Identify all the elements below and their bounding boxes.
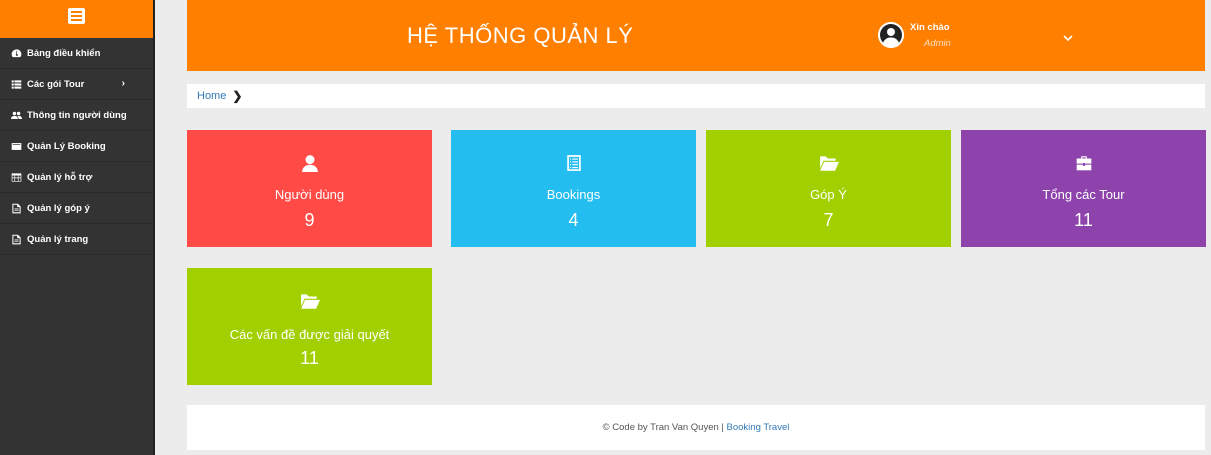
chevron-right-icon: › <box>121 78 125 89</box>
card-value: 11 <box>1074 210 1093 230</box>
chevron-right-icon: ❯ <box>232 89 243 103</box>
sidebar-item-label: Quản lý góp ý <box>27 202 90 214</box>
sidebar-item-label: Bảng điều khiển <box>27 47 101 59</box>
sidebar-item-label: Các gói Tour <box>27 78 85 90</box>
dashboard-icon <box>11 48 22 59</box>
card-label: Góp Ý <box>810 187 847 202</box>
footer-link[interactable]: Booking Travel <box>727 422 790 433</box>
list-alt-icon <box>451 154 696 172</box>
list-icon <box>11 79 22 90</box>
top-header: HỆ THỐNG QUẢN LÝ Xin chào Admin <box>187 0 1205 71</box>
sidebar-item-support[interactable]: Quản lý hỗ trợ <box>0 162 153 193</box>
card-label: Người dùng <box>274 187 345 202</box>
card-label: Tổng các Tour <box>1042 187 1125 202</box>
card-users[interactable]: Người dùng 9 <box>187 130 432 247</box>
breadcrumb-home-link[interactable]: Home <box>197 90 226 102</box>
sidebar-item-label: Quản lý hỗ trợ <box>27 171 93 183</box>
card-resolved-issues[interactable]: Các vấn đề được giải quyết 11 <box>187 268 432 385</box>
card-value: 9 <box>304 210 315 230</box>
footer-text: © Code by Tran Van Quyen | <box>602 422 724 433</box>
users-icon <box>11 110 22 121</box>
file-icon <box>11 203 22 214</box>
sidebar-item-label: Quản lý trang <box>27 233 89 245</box>
sidebar-item-feedback[interactable]: Quản lý góp ý <box>0 193 153 224</box>
sidebar-nav: Bảng điều khiển Các gói Tour › Thông tin… <box>0 38 153 255</box>
sidebar-item-label: Thông tin người dùng <box>27 109 127 121</box>
card-label: Bookings <box>546 187 601 202</box>
sidebar-item-tour-packages[interactable]: Các gói Tour › <box>0 69 153 100</box>
greeting-text: Xin chào <box>910 22 950 33</box>
card-total-tours[interactable]: Tổng các Tour 11 <box>961 130 1206 247</box>
table-icon <box>11 172 22 183</box>
sidebar-item-label: Quản Lý Booking <box>27 140 106 152</box>
card-label: Các vấn đề được giải quyết <box>229 327 390 342</box>
card-bookings[interactable]: Bookings 4 <box>451 130 696 247</box>
sidebar-item-dashboard[interactable]: Bảng điều khiển <box>0 38 153 69</box>
footer: © Code by Tran Van Quyen | Booking Trave… <box>187 405 1205 450</box>
avatar[interactable] <box>878 22 904 48</box>
card-value: 7 <box>823 210 834 230</box>
card-value: 4 <box>568 210 579 230</box>
breadcrumb: Home ❯ <box>187 84 1205 108</box>
sidebar-item-booking[interactable]: Quản Lý Booking <box>0 131 153 162</box>
folder-open-icon <box>706 154 951 172</box>
book-icon <box>11 141 22 152</box>
file-icon <box>11 234 22 245</box>
chevron-down-icon[interactable] <box>1062 30 1074 42</box>
user-role: Admin <box>924 38 951 49</box>
user-avatar-icon <box>878 22 904 48</box>
page-title: HỆ THỐNG QUẢN LÝ <box>407 23 634 48</box>
sidebar-item-pages[interactable]: Quản lý trang <box>0 224 153 255</box>
card-feedback[interactable]: Góp Ý 7 <box>706 130 951 247</box>
sidebar-header <box>0 0 153 38</box>
menu-icon[interactable] <box>68 8 85 24</box>
sidebar: Bảng điều khiển Các gói Tour › Thông tin… <box>0 0 155 455</box>
sidebar-item-users[interactable]: Thông tin người dùng <box>0 100 153 131</box>
user-icon <box>187 154 432 172</box>
card-value: 11 <box>300 348 319 368</box>
folder-open-icon <box>187 292 432 310</box>
briefcase-icon <box>961 154 1206 172</box>
